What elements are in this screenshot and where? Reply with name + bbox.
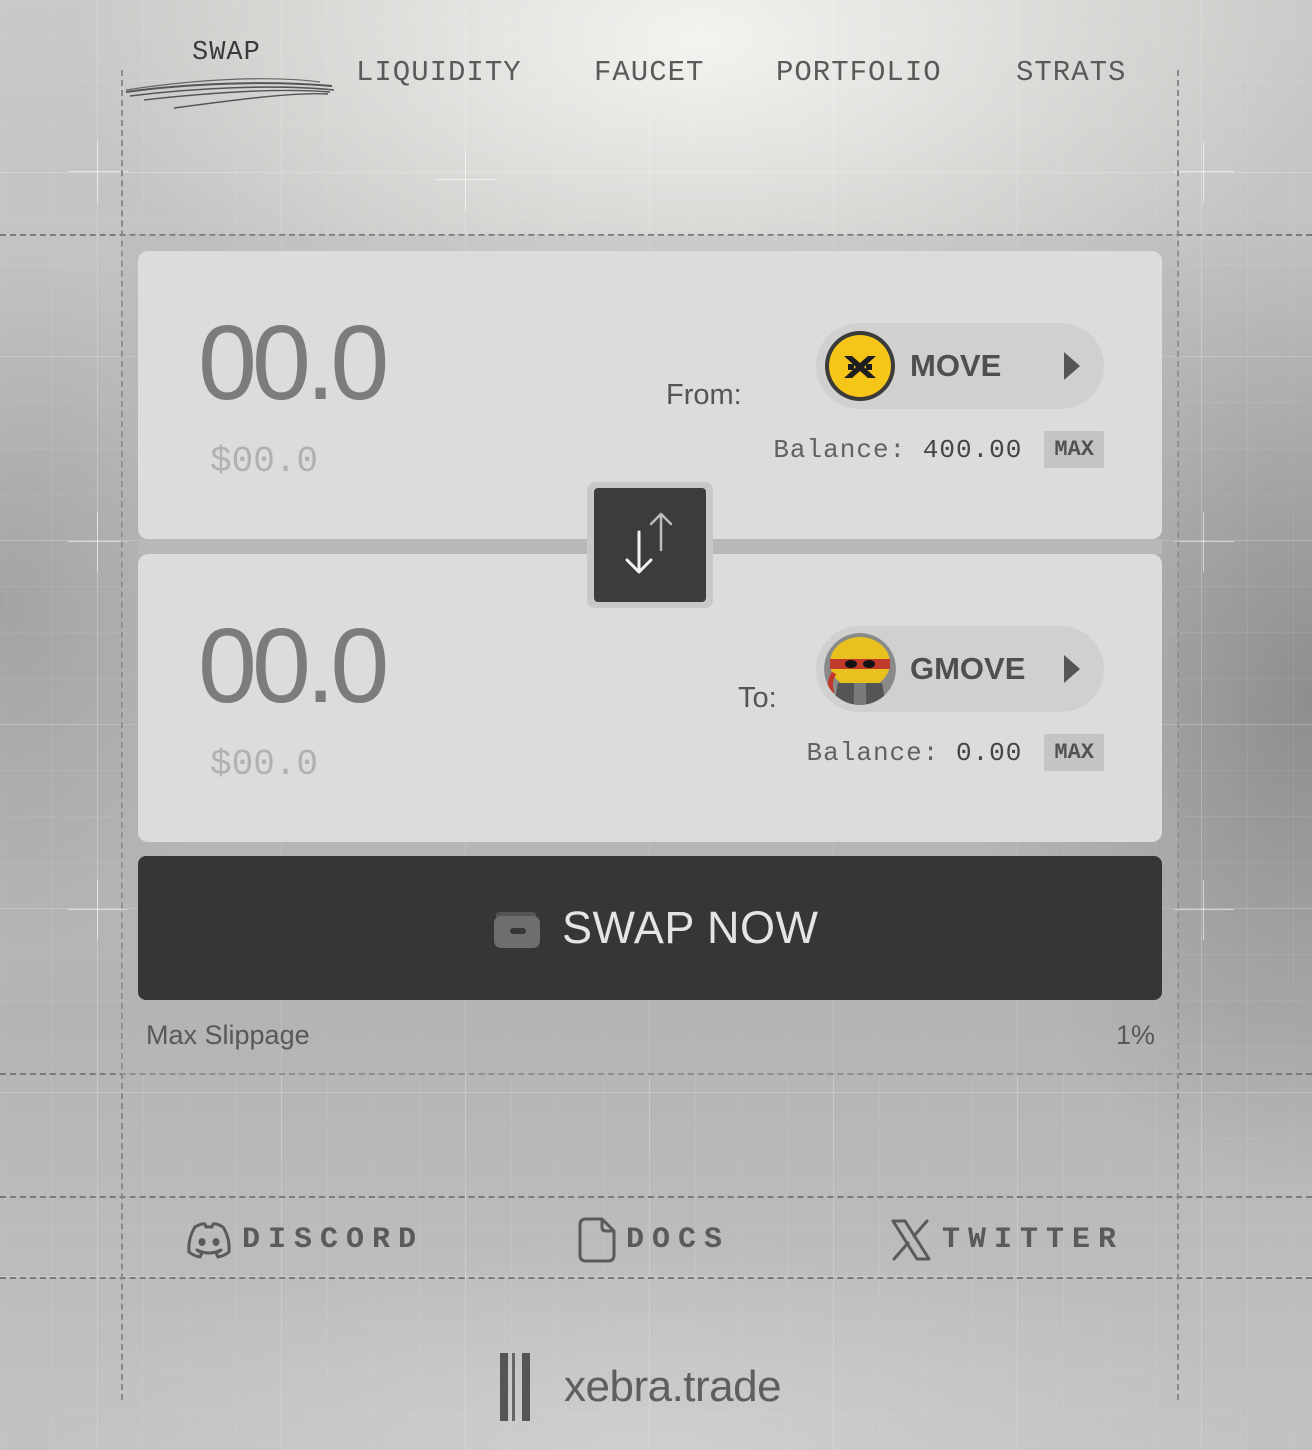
twitter-label: TWITTER — [942, 1223, 1125, 1257]
from-token-symbol: MOVE — [910, 348, 1002, 383]
max-slippage-value[interactable]: 1% — [1116, 1020, 1155, 1051]
crosshair-mark — [68, 512, 128, 572]
top-nav: SWAP LIQUIDITY FAUCET PORTFOLIO STRATS — [0, 0, 1312, 120]
swap-arrows-icon — [625, 512, 673, 574]
to-balance-row: Balance: 0.00 MAX — [807, 734, 1104, 771]
swap-now-button[interactable]: SWAP NOW — [138, 856, 1162, 1000]
from-balance-label: Balance: — [773, 434, 907, 465]
switch-direction-button[interactable] — [587, 482, 713, 608]
to-token-selector[interactable]: GMOVE — [816, 626, 1104, 712]
docs-link[interactable]: DOCS — [578, 1216, 730, 1264]
crosshair-mark — [1174, 880, 1234, 940]
from-max-button[interactable]: MAX — [1044, 431, 1104, 468]
crosshair-mark — [436, 150, 496, 210]
nav-liquidity[interactable]: LIQUIDITY — [356, 56, 522, 89]
to-max-button[interactable]: MAX — [1044, 734, 1104, 771]
nav-strats[interactable]: STRATS — [1016, 56, 1126, 89]
from-balance-row: Balance: 400.00 MAX — [773, 431, 1104, 468]
caret-right-icon — [1064, 352, 1080, 380]
nav-faucet[interactable]: FAUCET — [594, 56, 704, 89]
swap-now-label: SWAP NOW — [562, 902, 819, 953]
gmove-token-icon — [824, 633, 896, 705]
to-token-symbol: GMOVE — [910, 651, 1026, 686]
brand-logo[interactable]: xebra.trade — [498, 1352, 782, 1422]
from-token-selector[interactable]: MOVE — [816, 323, 1104, 409]
from-amount-input[interactable]: 00.0 — [198, 303, 389, 424]
from-balance-value: 400.00 — [922, 434, 1023, 465]
nav-swap[interactable]: SWAP — [192, 38, 261, 68]
to-amount-input[interactable]: 00.0 — [198, 606, 389, 727]
discord-label: DISCORD — [242, 1223, 425, 1257]
from-label: From: — [666, 379, 742, 411]
to-label: To: — [738, 682, 777, 714]
active-tab-scribble — [125, 78, 335, 109]
crosshair-mark — [68, 142, 128, 202]
x-icon — [891, 1219, 931, 1261]
discord-icon — [187, 1222, 231, 1259]
guide-line — [0, 1196, 1312, 1198]
guide-line — [0, 1277, 1312, 1279]
nav-portfolio[interactable]: PORTFOLIO — [776, 56, 942, 89]
crosshair-mark — [68, 880, 128, 940]
move-token-icon — [824, 330, 896, 402]
to-fiat-value: $00.0 — [210, 744, 319, 785]
to-balance-value: 0.00 — [955, 737, 1023, 768]
brand-name: xebra.trade — [564, 1362, 782, 1411]
to-balance-label: Balance: — [806, 737, 940, 768]
crosshair-mark — [1174, 142, 1234, 202]
max-slippage-label: Max Slippage — [146, 1020, 310, 1050]
from-fiat-value: $00.0 — [210, 441, 319, 482]
crosshair-mark — [1174, 512, 1234, 572]
caret-right-icon — [1064, 655, 1080, 683]
docs-label: DOCS — [626, 1223, 731, 1257]
wallet-icon — [494, 912, 540, 948]
discord-link[interactable]: DISCORD — [186, 1216, 424, 1264]
twitter-link[interactable]: TWITTER — [890, 1216, 1124, 1264]
document-icon — [578, 1217, 616, 1263]
xebra-logo-icon — [498, 1353, 536, 1421]
